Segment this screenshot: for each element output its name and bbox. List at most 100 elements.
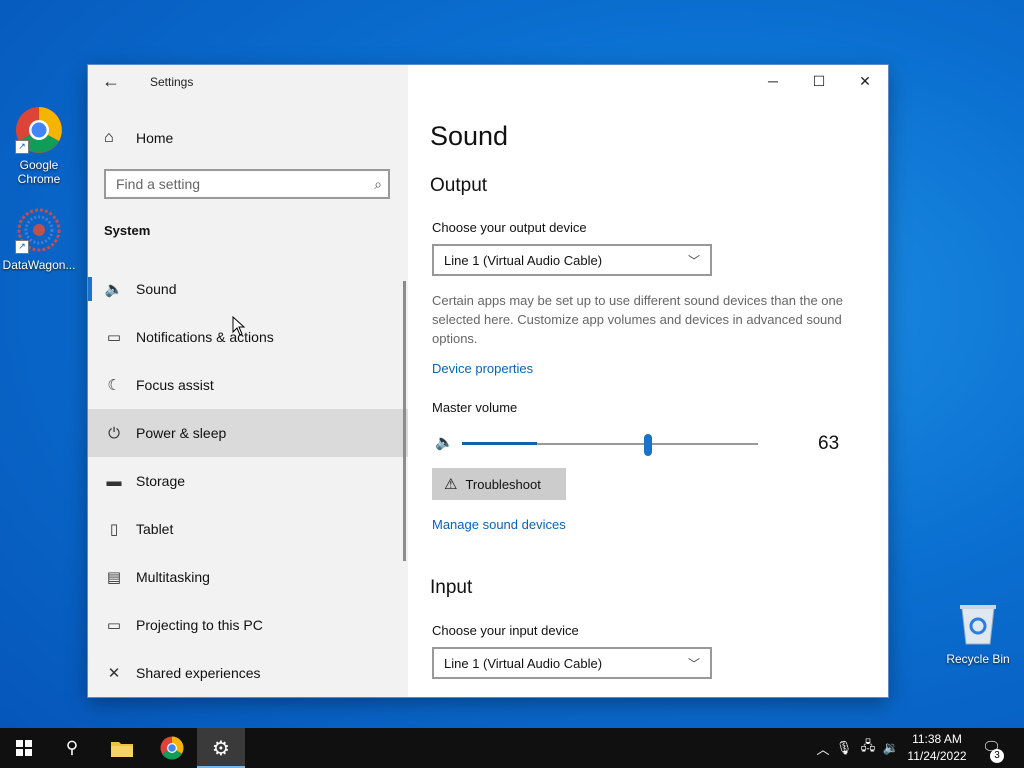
chrome-taskbar-button[interactable]	[148, 728, 196, 768]
sidebar-item-label: Multitasking	[136, 569, 210, 585]
sidebar-item-power-sleep[interactable]: ⏻ Power & sleep	[88, 409, 408, 457]
input-device-value: Line 1 (Virtual Audio Cable)	[444, 655, 603, 671]
storage-icon: ▬	[106, 472, 122, 490]
microphone-icon[interactable]: 🎙	[832, 740, 856, 756]
sidebar: ← Settings ⌂ Home Find a setting ⌕ Syste…	[88, 65, 408, 697]
search-icon: ⚲	[65, 738, 79, 757]
speaker-icon: 🔈	[104, 281, 124, 298]
shared-experiences-icon: ✕	[107, 665, 121, 682]
shortcut-arrow-icon: ↗	[15, 240, 29, 254]
minimize-button[interactable]: ─	[750, 65, 796, 97]
mouse-cursor-icon	[232, 315, 246, 341]
sidebar-item-tablet[interactable]: ▯ Tablet	[88, 505, 408, 553]
network-icon[interactable]: 🖧	[856, 737, 880, 759]
taskbar: ⚲ ⚙ ︿ 🎙 🖧 🔉 11:38 AM 11/24/2022 🗨 3	[0, 728, 1024, 768]
master-volume-label: Master volume	[432, 400, 518, 415]
chevron-up-icon[interactable]: ︿	[814, 739, 832, 758]
input-heading: Input	[430, 577, 473, 598]
search-taskbar-button[interactable]: ⚲	[48, 728, 96, 768]
sound-page: ─ ☐ ✕ Sound Output Choose your output de…	[408, 65, 888, 697]
start-button[interactable]	[0, 728, 48, 768]
settings-window: ← Settings ⌂ Home Find a setting ⌕ Syste…	[88, 65, 888, 697]
settings-taskbar-button[interactable]: ⚙	[197, 728, 245, 768]
folder-icon	[111, 742, 133, 757]
sidebar-item-label: Shared experiences	[136, 665, 261, 681]
chrome-icon: ↗	[15, 106, 63, 154]
desktop-icon-datawagon[interactable]: ↗ DataWagon...	[1, 206, 77, 272]
speaker-icon[interactable]: 🔈	[435, 433, 454, 451]
sidebar-item-label: Tablet	[136, 521, 174, 537]
device-properties-link[interactable]: Device properties	[432, 361, 533, 376]
sidebar-item-shared-experiences[interactable]: ✕ Shared experiences	[88, 649, 408, 697]
troubleshoot-label: Troubleshoot	[465, 476, 541, 492]
sidebar-item-notifications[interactable]: ▭ Notifications & actions	[88, 313, 408, 361]
desktop-icon-label: Recycle Bin	[946, 652, 1010, 666]
section-heading: System	[104, 223, 151, 238]
desktop-icon-label: DataWagon...	[2, 258, 76, 272]
sidebar-item-label: Power & sleep	[136, 425, 227, 441]
multitasking-icon: ▤	[106, 569, 122, 586]
output-description: Certain apps may be set up to use differ…	[432, 293, 843, 346]
output-device-value: Line 1 (Virtual Audio Cable)	[444, 252, 603, 268]
chevron-down-icon: ﹀	[687, 254, 700, 268]
sidebar-item-multitasking[interactable]: ▤ Multitasking	[88, 553, 408, 601]
sidebar-item-sound[interactable]: 🔈 Sound	[88, 265, 408, 313]
power-icon: ⏻	[108, 424, 120, 442]
search-placeholder: Find a setting	[116, 176, 201, 192]
home-icon: ⌂	[104, 129, 114, 146]
volume-value: 63	[818, 433, 840, 454]
back-arrow-icon[interactable]: ←	[102, 72, 122, 91]
desktop-icon-recycle-bin[interactable]: Recycle Bin	[940, 602, 1016, 666]
sidebar-scrollbar[interactable]	[403, 281, 406, 561]
clock-time: 11:38 AM	[912, 732, 962, 746]
output-device-dropdown[interactable]: Line 1 (Virtual Audio Cable) ﹀	[432, 244, 712, 276]
sidebar-item-focus-assist[interactable]: ☾ Focus assist	[88, 361, 408, 409]
sidebar-home[interactable]: ⌂ Home	[104, 129, 173, 147]
notification-icon: ▭	[106, 329, 122, 346]
window-controls: ─ ☐ ✕	[750, 65, 888, 97]
file-explorer-taskbar-button[interactable]	[98, 728, 146, 768]
sidebar-item-label: Projecting to this PC	[136, 617, 263, 633]
output-heading: Output	[430, 175, 488, 196]
volume-slider[interactable]	[462, 434, 758, 456]
sidebar-item-projecting[interactable]: ▭ Projecting to this PC	[88, 601, 408, 649]
input-device-dropdown[interactable]: Line 1 (Virtual Audio Cable) ﹀	[432, 647, 712, 679]
projecting-icon: ▭	[106, 617, 122, 634]
warning-icon: ⚠	[444, 476, 458, 493]
input-device-label: Choose your input device	[432, 623, 579, 638]
search-input[interactable]: Find a setting ⌕	[104, 169, 390, 199]
troubleshoot-button[interactable]: ⚠ Troubleshoot	[432, 468, 566, 500]
page-title: Sound	[430, 121, 509, 151]
desktop-icon-label: Google Chrome	[17, 158, 61, 186]
moon-icon: ☾	[107, 377, 121, 394]
sidebar-item-label: Focus assist	[136, 377, 214, 393]
sidebar-item-storage[interactable]: ▬ Storage	[88, 457, 408, 505]
manage-sound-devices-link[interactable]: Manage sound devices	[432, 517, 566, 532]
desktop-icon-google-chrome[interactable]: ↗ Google Chrome	[1, 106, 77, 186]
title-bar: ← Settings	[88, 65, 408, 99]
maximize-button[interactable]: ☐	[796, 65, 842, 97]
sidebar-item-label: Notifications & actions	[136, 329, 274, 345]
sidebar-item-label: Storage	[136, 473, 186, 489]
sidebar-nav: 🔈 Sound ▭ Notifications & actions ☾ Focu…	[88, 265, 408, 697]
system-tray: ︿ 🎙 🖧 🔉	[814, 728, 902, 768]
window-title: Settings	[150, 75, 194, 89]
speaker-icon[interactable]: 🔉	[880, 740, 902, 756]
volume-slider-thumb[interactable]	[644, 434, 653, 456]
shortcut-arrow-icon: ↗	[15, 140, 29, 154]
clock[interactable]: 11:38 AM 11/24/2022	[902, 731, 972, 765]
notification-count-badge: 3	[990, 749, 1004, 763]
output-device-label: Choose your output device	[432, 220, 587, 235]
close-button[interactable]: ✕	[842, 65, 888, 97]
windows-logo-icon	[16, 740, 32, 756]
tablet-icon: ▯	[109, 521, 119, 538]
recycle-bin-icon	[958, 602, 998, 646]
clock-date: 11/24/2022	[907, 749, 967, 763]
volume-slider-fill	[462, 442, 537, 445]
chrome-icon	[160, 736, 184, 760]
home-label: Home	[136, 130, 174, 146]
gear-icon: ⚙	[212, 737, 230, 760]
sidebar-item-label: Sound	[136, 281, 177, 297]
master-volume-row: 🔈 63	[432, 429, 862, 459]
search-icon: ⌕	[374, 176, 382, 192]
